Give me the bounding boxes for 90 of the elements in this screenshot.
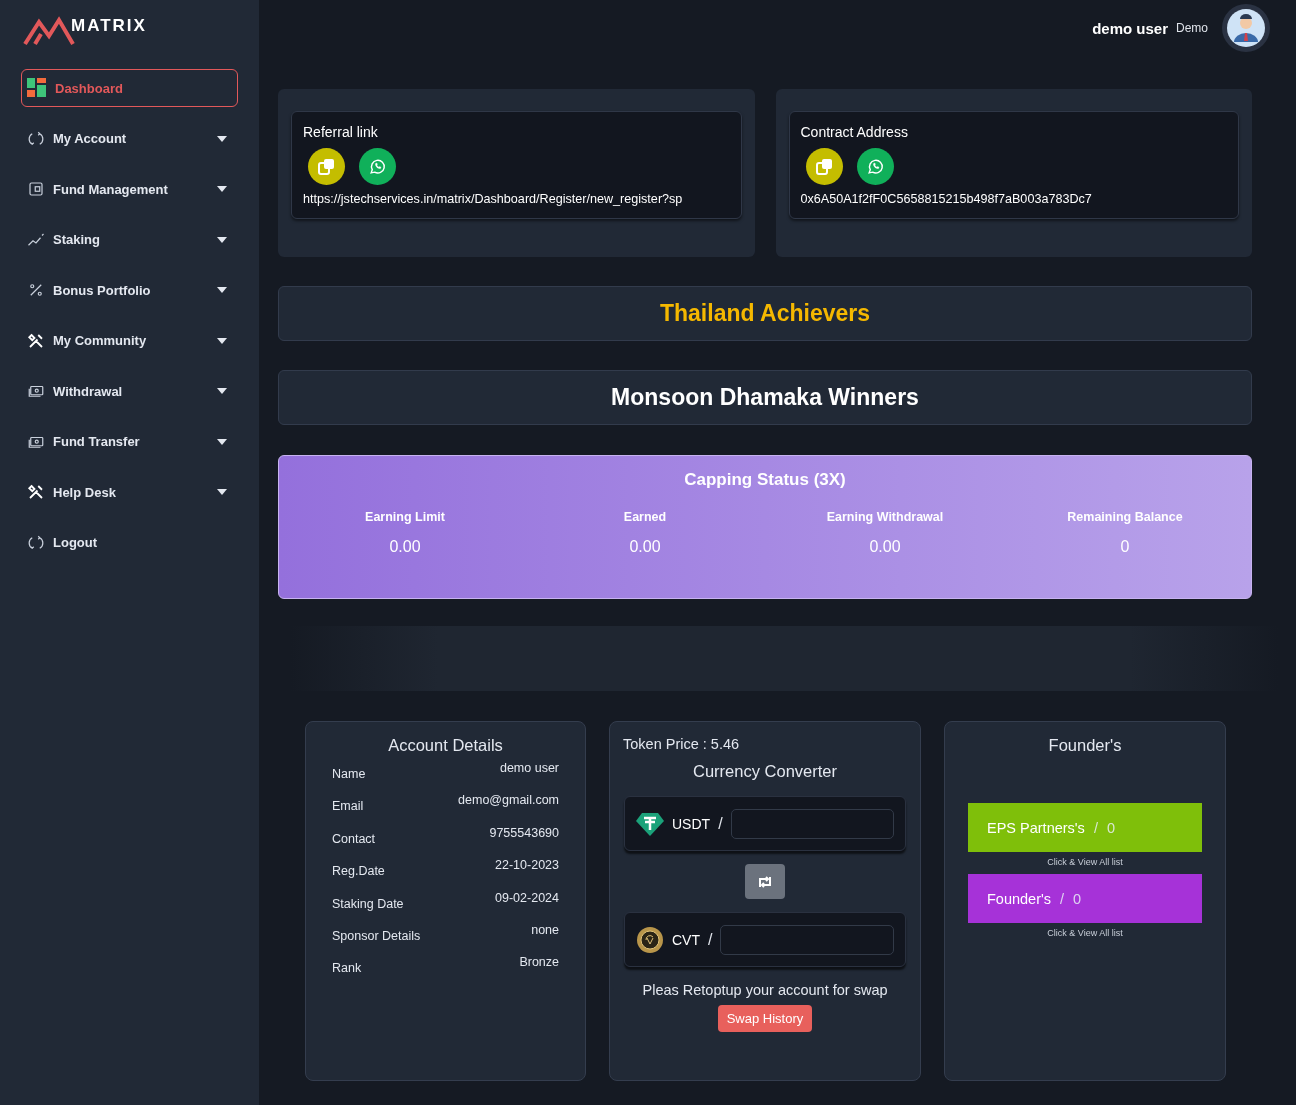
- detail-value: 09-02-2024: [495, 890, 559, 907]
- currency-code: USDT: [672, 815, 711, 832]
- stat-label: Earned: [623, 510, 667, 524]
- view-list-link[interactable]: Click & View All list: [971, 857, 1199, 867]
- stat-value: 0.00: [389, 538, 421, 556]
- avatar-icon[interactable]: [1222, 4, 1270, 52]
- copy-icon: [318, 158, 335, 175]
- panel-title: Account Details: [387, 736, 504, 755]
- whatsapp-button[interactable]: [856, 148, 894, 185]
- stat-value: 0.00: [869, 538, 901, 556]
- detail-value: 9755543690: [489, 825, 559, 842]
- tools-icon: [27, 483, 45, 501]
- copy-icon: [815, 158, 833, 175]
- swap-icon: [757, 875, 773, 888]
- diamond-t-icon: [636, 811, 664, 836]
- detail-value: Bronze: [519, 955, 559, 972]
- tools-icon: [27, 331, 45, 350]
- caret-icon: [217, 337, 227, 344]
- stat-label: Remaining Balance: [1067, 510, 1183, 524]
- founder-group-button[interactable]: Founder's / 0: [968, 874, 1202, 923]
- whatsapp-icon: [369, 158, 386, 175]
- token-price: Token Price : 5.46: [623, 736, 741, 752]
- caret-icon: [217, 186, 227, 192]
- user-role: Demo: [1176, 21, 1208, 35]
- view-list-link[interactable]: Click & View All list: [971, 928, 1199, 938]
- refresh-icon: [27, 129, 45, 148]
- detail-value: 22-10-2023: [495, 858, 559, 875]
- dashboard-icon: [27, 78, 47, 98]
- sidebar-item[interactable]: My Community: [21, 321, 238, 360]
- caret-icon: [217, 388, 227, 394]
- copy-button[interactable]: [805, 148, 843, 185]
- sidebar-item[interactable]: Dashboard: [21, 69, 238, 107]
- caret-icon: [217, 438, 227, 445]
- currency-code: CVT: [672, 931, 700, 948]
- group-count: 0: [1106, 819, 1115, 836]
- group-label: Founder's: [987, 890, 1052, 907]
- stat-value: 0: [1120, 538, 1130, 556]
- sidebar-item[interactable]: Help Desk: [21, 473, 238, 511]
- separator: /: [708, 930, 713, 949]
- panel-title: Capping Status (3X): [684, 470, 846, 490]
- separator: /: [718, 814, 723, 833]
- detail-label: Rank: [332, 960, 362, 978]
- caret-icon: [217, 236, 227, 243]
- amount-field[interactable]: [730, 808, 894, 839]
- caret-icon: [217, 489, 227, 495]
- sidebar-item[interactable]: My Account: [21, 119, 238, 158]
- amount-field[interactable]: [720, 924, 894, 955]
- detail-label: Email: [332, 798, 364, 816]
- group-count: 0: [1073, 890, 1082, 907]
- sidebar-item[interactable]: Withdrawal: [21, 372, 238, 410]
- whatsapp-icon: [866, 158, 884, 175]
- sidebar-item[interactable]: Fund Transfer: [21, 422, 238, 461]
- separator: /: [1093, 819, 1098, 836]
- sidebar-item[interactable]: Staking: [21, 220, 238, 259]
- swap-button[interactable]: [745, 864, 785, 899]
- detail-value: none: [531, 922, 559, 939]
- link-text: 0x6A50A1f2fF0C5658815215b498f7aB003a783Dc7: [800, 192, 1093, 206]
- sidebar-item[interactable]: Fund Management: [21, 170, 238, 208]
- panel-title: Founder's: [1047, 736, 1123, 755]
- banner-title: Thailand Achievers: [659, 300, 871, 327]
- wallet-icon: [27, 180, 45, 198]
- separator: /: [1060, 890, 1065, 907]
- caret-icon: [217, 287, 227, 293]
- copy-button[interactable]: [308, 148, 345, 185]
- banner-title: Monsoon Dhamaka Winners: [611, 384, 919, 411]
- brand-name: MATRIX: [71, 16, 147, 36]
- sidebar-item[interactable]: Bonus Portfolio: [21, 271, 238, 309]
- swap-notice: Pleas Retoptup your account for swap: [641, 982, 889, 998]
- stat-label: Earning Limit: [365, 510, 445, 524]
- detail-label: Name: [332, 766, 366, 783]
- panel-title: Currency Converter: [692, 762, 838, 781]
- sidebar-item[interactable]: Logout: [21, 523, 238, 562]
- card-title: Referral link: [303, 124, 379, 140]
- detail-label: Contact: [332, 830, 376, 848]
- user-name: demo user: [1092, 19, 1168, 37]
- stat-label: Earning Withdrawal: [826, 510, 944, 524]
- stat-value: 0.00: [629, 538, 661, 556]
- card-title: Contract Address: [800, 124, 909, 140]
- detail-label: Reg.Date: [332, 863, 385, 881]
- whatsapp-button[interactable]: [359, 148, 396, 185]
- caret-icon: [217, 135, 227, 142]
- refresh-icon: [27, 533, 45, 552]
- percent-icon: [27, 281, 45, 299]
- link-text: https://jstechservices.in/matrix/Dashboard/Register/new_register?sp: [303, 192, 684, 206]
- coin-icon: [636, 925, 664, 954]
- detail-label: Sponsor Details: [332, 927, 421, 945]
- group-label: EPS Partners's: [987, 819, 1085, 836]
- detail-value: demo@gmail.com: [458, 793, 559, 810]
- detail-value: demo user: [499, 761, 559, 777]
- detail-label: Staking Date: [332, 895, 404, 913]
